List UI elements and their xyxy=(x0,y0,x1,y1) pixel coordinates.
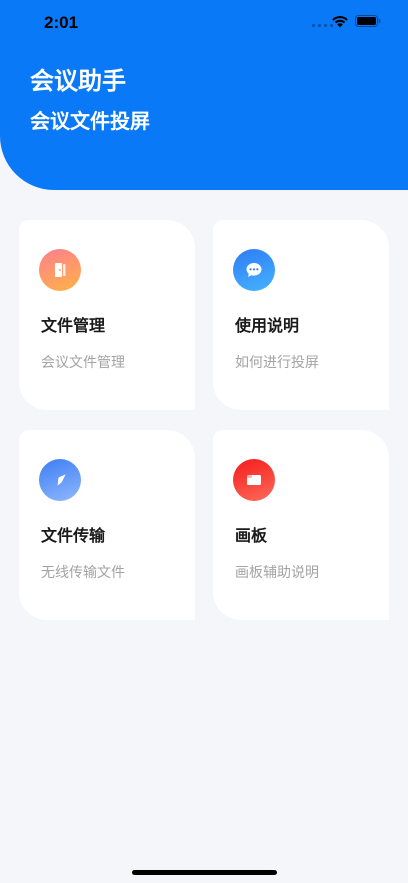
card-title: 使用说明 xyxy=(235,316,300,335)
card-description: 画板辅助说明 xyxy=(235,565,319,581)
card-description: 无线传输文件 xyxy=(41,565,125,581)
chat-bubble-icon xyxy=(233,249,275,291)
whiteboard-icon xyxy=(233,459,275,501)
wifi-icon xyxy=(332,16,348,28)
status-bar: 2:01 xyxy=(0,0,408,46)
app-subtitle: 会议文件投屏 xyxy=(30,109,150,133)
card-description: 如何进行投屏 xyxy=(235,355,319,371)
drawing-board-card[interactable]: 画板 画板辅助说明 xyxy=(213,430,389,620)
battery-icon xyxy=(355,15,381,27)
home-indicator[interactable] xyxy=(132,870,277,875)
signal-icon xyxy=(312,24,333,27)
compass-icon xyxy=(39,459,81,501)
app-title: 会议助手 xyxy=(30,67,126,95)
door-icon xyxy=(39,249,81,291)
status-time: 2:01 xyxy=(44,13,79,32)
card-description: 会议文件管理 xyxy=(41,355,125,371)
file-transfer-card[interactable]: 文件传输 无线传输文件 xyxy=(19,430,195,620)
usage-guide-card[interactable]: 使用说明 如何进行投屏 xyxy=(213,220,389,410)
card-title: 文件管理 xyxy=(41,316,106,335)
card-title: 画板 xyxy=(235,526,268,545)
file-management-card[interactable]: 文件管理 会议文件管理 xyxy=(19,220,195,410)
card-title: 文件传输 xyxy=(41,526,106,545)
